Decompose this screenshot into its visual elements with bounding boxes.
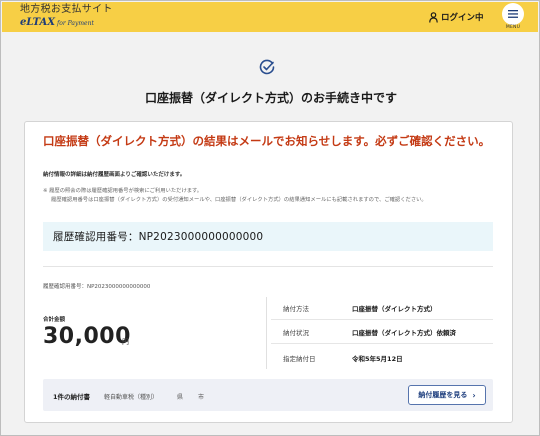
notice-title: 口座振替（ダイレクト方式）の結果はメールでお知らせします。必ずご確認ください。 bbox=[43, 134, 491, 148]
info-row-method: 納付方法 口座振替（ダイレクト方式） bbox=[271, 297, 493, 320]
menu-button[interactable]: MENU bbox=[498, 2, 528, 32]
user-icon bbox=[429, 11, 438, 23]
brand[interactable]: 地方税お支払サイト eLTAX for Payment bbox=[20, 4, 113, 30]
login-status-label: ログイン中 bbox=[441, 13, 484, 23]
payment-count: 1件の納付書 bbox=[53, 393, 91, 401]
hamburger-icon bbox=[502, 3, 524, 25]
info-label: 納付状況 bbox=[283, 329, 309, 337]
total-amount-label: 合計金額 bbox=[43, 317, 66, 323]
chevron-right-icon: › bbox=[472, 390, 476, 400]
login-status-button[interactable]: ログイン中 bbox=[429, 11, 484, 23]
menu-label: MENU bbox=[505, 25, 521, 30]
info-label: 指定納付日 bbox=[283, 354, 316, 363]
history-number-box: 履歴確認用番号：NP2023000000000000 bbox=[43, 222, 493, 251]
result-card bbox=[24, 121, 513, 423]
tax-item: 軽自動車税（種別） bbox=[104, 394, 159, 401]
check-circle-icon bbox=[259, 59, 275, 75]
logo-sub-text: for Payment bbox=[57, 20, 94, 27]
total-amount-unit: 円 bbox=[122, 338, 129, 346]
total-amount-value: 30,000 bbox=[43, 324, 131, 349]
history-number-small: 履歴確認用番号：NP2023000000000000 bbox=[43, 284, 151, 290]
history-note-line1: ※ 履歴の照会の際は履歴確認用番号が検索にご利用いただけます。 bbox=[43, 188, 203, 194]
page-frame: 地方税お支払サイト eLTAX for Payment ログイン中 MENU 口… bbox=[0, 0, 540, 436]
info-label: 納付方法 bbox=[283, 305, 309, 313]
section-divider bbox=[43, 266, 493, 267]
info-value: 令和5年5月12日 bbox=[352, 354, 403, 363]
eltax-logo: eLTAX for Payment bbox=[20, 17, 113, 30]
vertical-divider bbox=[266, 297, 267, 369]
info-row-status: 納付状況 口座振替（ダイレクト方式）依頼済 bbox=[271, 321, 493, 344]
history-note: ※ 履歴の照会の際は履歴確認用番号が検索にご利用いただけます。 履歴確認用番号は… bbox=[43, 187, 498, 204]
site-header: 地方税お支払サイト eLTAX for Payment ログイン中 MENU bbox=[2, 2, 538, 32]
payment-history-button[interactable]: 納付履歴を見る › bbox=[408, 385, 486, 405]
city-label: 市 bbox=[198, 394, 205, 401]
info-value: 口座振替（ダイレクト方式）依頼済 bbox=[352, 329, 456, 337]
info-value: 口座振替（ダイレクト方式） bbox=[352, 305, 437, 313]
page-title: 口座振替（ダイレクト方式）のお手続き中です bbox=[144, 91, 397, 105]
info-row-date: 指定納付日 令和5年5月12日 bbox=[271, 346, 493, 369]
notice-subtitle: 納付情報の詳細は納付履歴画面よりご確認いただけます。 bbox=[43, 172, 186, 178]
history-note-line2: 履歴確認用番号は口座振替（ダイレクト方式）の受付通知メールや、口座振替（ダイレク… bbox=[51, 196, 427, 203]
logo-main-text: eLTAX bbox=[20, 17, 55, 28]
payment-history-button-label: 納付履歴を見る bbox=[418, 391, 468, 399]
prefecture-label: 県 bbox=[177, 394, 184, 401]
site-title: 地方税お支払サイト bbox=[20, 4, 113, 15]
